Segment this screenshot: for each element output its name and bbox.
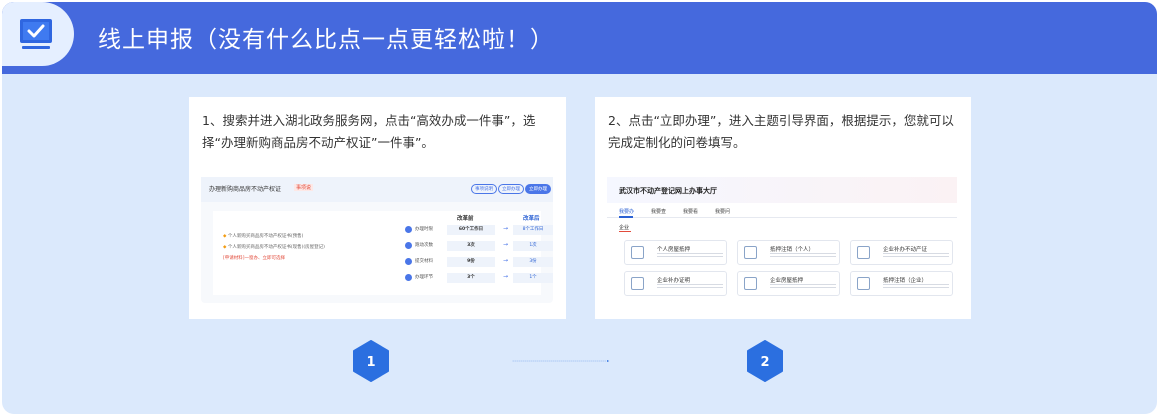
step-2-screenshot: 武汉市不动产登记网上办事大厅 我要办 我要查 我要看 我要问 企业 个人房屋抵押… xyxy=(607,177,957,304)
document-icon xyxy=(405,258,412,265)
form-icon xyxy=(631,277,644,290)
service-tile[interactable]: 企业补办证明 xyxy=(624,271,727,296)
step-2-description: 2、点击“立即办理”，进入主题引导界面，根据提示，您就可以完成定制化的问卷填写。 xyxy=(608,113,954,150)
steps-icon xyxy=(405,274,412,281)
note-item: [申请材料]一窗办、立即可选择 xyxy=(223,256,286,261)
form-icon xyxy=(857,246,870,259)
step-1-number: 1 xyxy=(366,355,375,370)
step-1-card: 1、搜索并进入湖北政务服务网，点击“高效办成一件事”，选择“办理新购商品房不动产… xyxy=(189,97,566,319)
screenshot-title: 武汉市不动产登记网上办事大厅 xyxy=(619,187,717,195)
service-tile[interactable]: 个人房屋抵押 xyxy=(624,240,727,265)
form-icon xyxy=(744,277,757,290)
screenshot-header: 武汉市不动产登记网上办事大厅 xyxy=(607,177,957,203)
arrow-right-icon: → xyxy=(503,241,509,248)
comparison-row: 提交材料 9份 → 3份 xyxy=(405,257,555,269)
arrow-right-icon: → xyxy=(503,273,509,280)
note-item: ◆ 个人新购买商品房不动产权证书(预售) xyxy=(223,234,304,239)
screenshot-title: 办理新购商品房不动产权证 xyxy=(209,186,282,193)
service-tile[interactable]: 企业房屋抵押 xyxy=(737,271,840,296)
clock-icon xyxy=(405,226,412,233)
tab-underline xyxy=(619,216,633,218)
tab-item[interactable]: 我要办 xyxy=(619,208,634,215)
service-tile[interactable]: 企业补办不动产证 xyxy=(850,240,953,265)
screenshot-button[interactable]: 事项说明 xyxy=(471,184,497,194)
service-tile[interactable]: 抵押注销（个人） xyxy=(737,240,840,265)
comparison-row: 跑动次数 3次 → 1次 xyxy=(405,241,555,253)
divider xyxy=(607,217,957,218)
service-tile[interactable]: 抵押注销（企业） xyxy=(850,271,953,296)
step-2-card: 2、点击“立即办理”，进入主题引导界面，根据提示，您就可以完成定制化的问卷填写。… xyxy=(595,97,971,319)
column-header-after: 改革后 xyxy=(523,216,540,222)
page-title: 线上申报（没有什么比点一点更轻松啦！） xyxy=(98,27,554,53)
section-frame: 线上申报（没有什么比点一点更轻松啦！） 1、搜索并进入湖北政务服务网，点击“高效… xyxy=(2,2,1157,414)
step-1-description: 1、搜索并进入湖北政务服务网，点击“高效办成一件事”，选择“办理新购商品房不动产… xyxy=(202,113,536,150)
column-header-before: 改革前 xyxy=(457,216,474,222)
form-icon xyxy=(631,246,644,259)
dashed-arrow-connector xyxy=(512,360,610,362)
section-header: 线上申报（没有什么比点一点更轻松啦！） xyxy=(2,2,1157,74)
step-2-number: 2 xyxy=(760,355,769,370)
form-icon xyxy=(857,277,870,290)
section-underline xyxy=(619,231,631,232)
step-1-marker: 1 xyxy=(353,340,389,382)
tab-item[interactable]: 我要看 xyxy=(683,208,698,215)
screenshot-tag: 事项说 xyxy=(294,184,314,191)
screenshot-body: ◆ 个人新购买商品房不动产权证书(预售) ◆ 个人新购买商品房不动产权证书(现售… xyxy=(213,211,553,295)
arrow-right-icon: → xyxy=(503,225,509,232)
step-1-screenshot: 办理新购商品房不动产权证 事项说 事项说明 立即办理 立即办理 ◆ 个人新购买商… xyxy=(201,177,553,303)
comparison-row: 办理时限 60个工作日 → 8个工作日 xyxy=(405,225,555,237)
step-2-marker: 2 xyxy=(747,340,783,382)
arrow-right-icon: → xyxy=(503,257,509,264)
screenshot-header: 办理新购商品房不动产权证 事项说 事项说明 立即办理 立即办理 xyxy=(201,177,553,202)
section-label: 企业 xyxy=(619,225,630,231)
screenshot-button[interactable]: 立即办理 xyxy=(498,184,524,194)
screenshot-primary-button[interactable]: 立即办理 xyxy=(525,184,551,194)
walk-icon xyxy=(405,242,412,249)
monitor-check-icon xyxy=(20,19,52,49)
form-icon xyxy=(744,246,757,259)
note-item: ◆ 个人新购买商品房不动产权证书(现售)(房屋登记) xyxy=(223,245,325,250)
header-badge xyxy=(2,2,74,66)
comparison-row: 办理环节 3个 → 1个 xyxy=(405,273,555,285)
tab-item[interactable]: 我要问 xyxy=(715,208,730,215)
tab-item[interactable]: 我要查 xyxy=(651,208,666,215)
